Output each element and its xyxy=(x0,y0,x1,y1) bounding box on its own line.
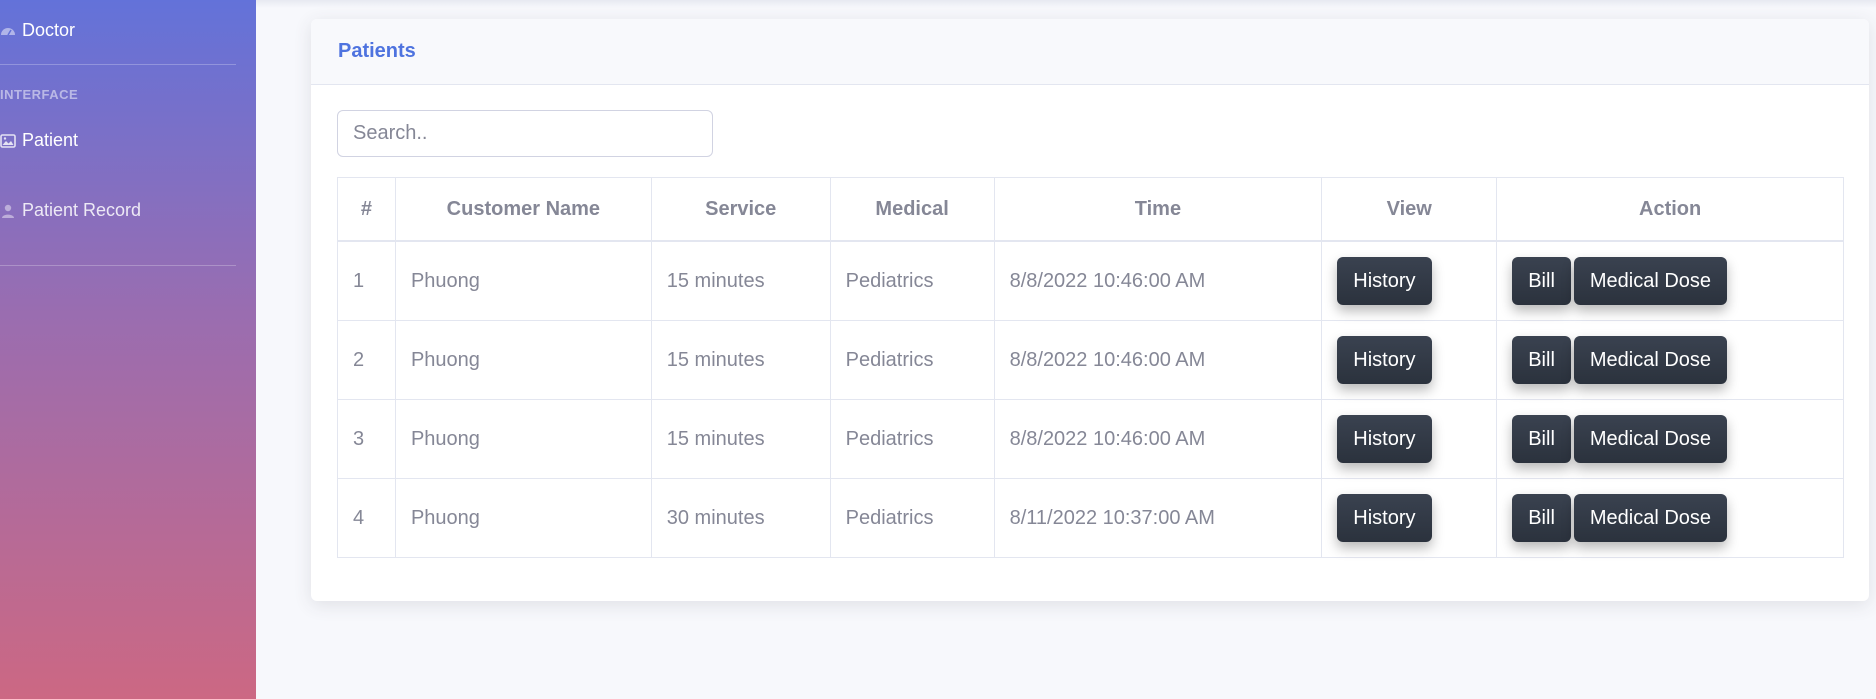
user-icon xyxy=(0,203,16,219)
bill-button[interactable]: Bill xyxy=(1512,257,1571,305)
cell-service: 30 minutes xyxy=(650,478,831,558)
cell-medical: Pediatrics xyxy=(829,399,995,479)
patients-card: Patients # Customer Name Service Medical… xyxy=(311,19,1869,601)
column-header-action: Action xyxy=(1496,177,1844,242)
column-header-medical: Medical xyxy=(829,177,995,242)
table-row: 2 Phuong 15 minutes Pediatrics 8/8/2022 … xyxy=(337,320,1844,400)
cell-number: 3 xyxy=(337,399,396,479)
sidebar-heading: INTERFACE xyxy=(0,87,79,102)
cell-service: 15 minutes xyxy=(650,240,831,321)
cell-number: 4 xyxy=(337,478,396,558)
bill-button[interactable]: Bill xyxy=(1512,494,1571,542)
cell-medical: Pediatrics xyxy=(829,320,995,400)
sidebar: Doctor INTERFACE Patient Patient Record xyxy=(0,0,256,699)
medical-dose-button[interactable]: Medical Dose xyxy=(1573,336,1728,384)
cell-action: Bill Medical Dose xyxy=(1496,399,1844,479)
cell-service: 15 minutes xyxy=(650,399,831,479)
cell-number: 1 xyxy=(337,240,396,321)
column-header-time: Time xyxy=(993,177,1323,242)
bill-button[interactable]: Bill xyxy=(1512,336,1571,384)
cell-time: 8/8/2022 10:46:00 AM xyxy=(993,320,1323,400)
sidebar-item-patient-record[interactable]: Patient Record xyxy=(0,200,141,221)
cell-view: History xyxy=(1321,320,1498,400)
cell-customer-name: Phuong xyxy=(394,320,652,400)
cell-customer-name: Phuong xyxy=(394,399,652,479)
cell-medical: Pediatrics xyxy=(829,240,995,321)
table-row: 3 Phuong 15 minutes Pediatrics 8/8/2022 … xyxy=(337,399,1844,479)
history-button[interactable]: History xyxy=(1337,336,1432,384)
cell-time: 8/8/2022 10:46:00 AM xyxy=(993,399,1323,479)
cell-view: History xyxy=(1321,240,1498,321)
topbar xyxy=(256,0,1876,8)
medical-dose-button[interactable]: Medical Dose xyxy=(1573,415,1728,463)
history-button[interactable]: History xyxy=(1337,257,1432,305)
cell-medical: Pediatrics xyxy=(829,478,995,558)
sidebar-divider xyxy=(0,64,236,65)
history-button[interactable]: History xyxy=(1337,494,1432,542)
sidebar-item-doctor[interactable]: Doctor xyxy=(0,20,75,41)
card-header: Patients xyxy=(311,19,1869,85)
cell-action: Bill Medical Dose xyxy=(1496,478,1844,558)
image-icon xyxy=(0,133,16,149)
table-row: 1 Phuong 15 minutes Pediatrics 8/8/2022 … xyxy=(337,240,1844,321)
medical-dose-button[interactable]: Medical Dose xyxy=(1573,494,1728,542)
sidebar-item-label: Patient xyxy=(22,130,79,150)
page-title: Patients xyxy=(338,40,416,62)
cell-time: 8/11/2022 10:37:00 AM xyxy=(993,478,1323,558)
cell-action: Bill Medical Dose xyxy=(1496,320,1844,400)
table-row: 4 Phuong 30 minutes Pediatrics 8/11/2022… xyxy=(337,478,1844,558)
sidebar-item-label: Doctor xyxy=(22,20,76,40)
bill-button[interactable]: Bill xyxy=(1512,415,1571,463)
cell-customer-name: Phuong xyxy=(394,478,652,558)
cell-view: History xyxy=(1321,399,1498,479)
cell-service: 15 minutes xyxy=(650,320,831,400)
cell-number: 2 xyxy=(337,320,396,400)
cell-action: Bill Medical Dose xyxy=(1496,240,1844,321)
cell-view: History xyxy=(1321,478,1498,558)
sidebar-item-label: Patient Record xyxy=(22,200,142,220)
dashboard-icon xyxy=(0,23,16,39)
column-header-service: Service xyxy=(650,177,831,242)
table-header-row: # Customer Name Service Medical Time Vie… xyxy=(337,177,1844,242)
history-button[interactable]: History xyxy=(1337,415,1432,463)
search-input[interactable] xyxy=(337,110,713,157)
sidebar-divider xyxy=(0,265,236,266)
sidebar-item-patient[interactable]: Patient xyxy=(0,130,78,151)
column-header-number: # xyxy=(337,177,396,242)
patients-table: # Customer Name Service Medical Time Vie… xyxy=(337,177,1844,558)
cell-time: 8/8/2022 10:46:00 AM xyxy=(993,240,1323,321)
medical-dose-button[interactable]: Medical Dose xyxy=(1573,257,1728,305)
cell-customer-name: Phuong xyxy=(394,240,652,321)
column-header-view: View xyxy=(1321,177,1498,242)
column-header-customer-name: Customer Name xyxy=(394,177,652,242)
